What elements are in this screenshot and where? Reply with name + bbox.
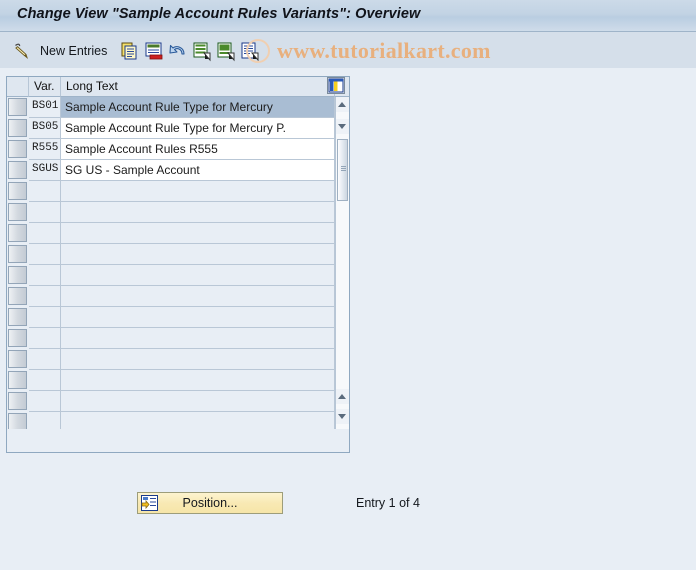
cell-var[interactable]: R555 [29,139,61,160]
cell-long-text[interactable]: Sample Account Rule Type for Mercury [61,97,335,118]
column-header-long-text[interactable]: Long Text [61,77,335,97]
undo-icon[interactable] [167,40,189,62]
table-row[interactable] [7,286,349,307]
row-selector-button[interactable] [8,350,27,368]
row-selector-button[interactable] [8,413,27,429]
table-row[interactable] [7,391,349,412]
row-selector-button[interactable] [8,308,27,326]
table-row[interactable] [7,349,349,370]
window-title-bar: Change View "Sample Account Rules Varian… [0,0,696,32]
table-header-corner[interactable] [7,77,29,97]
table-row[interactable]: SGUS SG US - Sample Account [7,160,349,181]
cell-long-text[interactable] [61,328,335,349]
table-row[interactable]: BS01 Sample Account Rule Type for Mercury [7,97,349,118]
row-selector-button[interactable] [8,182,27,200]
cell-var[interactable] [29,202,61,223]
cell-long-text[interactable] [61,349,335,370]
watermark-text: www.tutorialkart.com [277,38,491,63]
row-selector-button[interactable] [8,287,27,305]
row-selector-button[interactable] [8,245,27,263]
scroll-page-up-icon[interactable] [336,389,349,404]
cell-long-text[interactable] [61,370,335,391]
entry-status: Entry 1 of 4 [356,496,420,510]
table-header-row: Var. Long Text [7,77,349,97]
cell-var[interactable]: BS05 [29,118,61,139]
row-selector-button[interactable] [8,98,27,116]
position-button-label: Position... [182,496,238,510]
cell-long-text[interactable] [61,202,335,223]
table-row[interactable]: R555 Sample Account Rules R555 [7,139,349,160]
watermark-circle [246,39,270,63]
table-settings-icon[interactable] [327,77,345,94]
cell-var[interactable] [29,370,61,391]
table-row[interactable] [7,202,349,223]
cell-var[interactable] [29,328,61,349]
row-selector-button[interactable] [8,224,27,242]
scroll-thumb[interactable] [337,139,348,201]
column-header-var[interactable]: Var. [29,77,61,97]
table-row[interactable] [7,328,349,349]
row-selector-button[interactable] [8,203,27,221]
cell-long-text[interactable] [61,223,335,244]
table-row[interactable]: BS05 Sample Account Rule Type for Mercury… [7,118,349,139]
row-selector-button[interactable] [8,371,27,389]
cell-long-text[interactable] [61,286,335,307]
deselect-all-icon[interactable] [215,40,237,62]
table-row[interactable] [7,265,349,286]
table-grid: Var. Long Text BS01 Sample Account Rule T… [7,77,349,429]
scroll-up-icon[interactable] [336,97,349,112]
scroll-thumb-grip-icon [341,166,346,173]
row-selector-button[interactable] [8,161,27,179]
table-row[interactable] [7,370,349,391]
row-selector-button[interactable] [8,392,27,410]
cell-long-text[interactable]: Sample Account Rules R555 [61,139,335,160]
row-selector-button[interactable] [8,140,27,158]
table-row[interactable] [7,223,349,244]
cell-var[interactable] [29,391,61,412]
position-button[interactable]: Position... [137,492,283,514]
cell-var[interactable] [29,181,61,202]
row-selector-button[interactable] [8,119,27,137]
cell-long-text[interactable] [61,412,335,429]
cell-var[interactable] [29,349,61,370]
new-entries-button[interactable]: New Entries [40,44,107,58]
select-all-icon[interactable] [191,40,213,62]
vertical-scrollbar[interactable] [335,97,349,429]
cell-long-text[interactable] [61,244,335,265]
cell-var[interactable]: SGUS [29,160,61,181]
scroll-down-icon[interactable] [336,119,349,134]
cell-var[interactable] [29,412,61,429]
cell-long-text[interactable] [61,265,335,286]
cell-var[interactable] [29,307,61,328]
cell-long-text[interactable]: SG US - Sample Account [61,160,335,181]
pencil-icon[interactable] [11,40,33,62]
cell-var[interactable] [29,223,61,244]
table-row[interactable] [7,244,349,265]
cell-var[interactable] [29,286,61,307]
cell-long-text[interactable] [61,307,335,328]
table-row[interactable] [7,181,349,202]
cell-var[interactable] [29,244,61,265]
copy-icon[interactable] [119,40,141,62]
page-title: Change View "Sample Account Rules Varian… [17,6,421,22]
cell-long-text[interactable] [61,391,335,412]
scroll-page-down-icon[interactable] [336,409,349,424]
row-selector-button[interactable] [8,329,27,347]
cell-var[interactable] [29,265,61,286]
table-panel: Var. Long Text BS01 Sample Account Rule T… [6,76,350,453]
delete-icon[interactable] [143,40,165,62]
table-row[interactable] [7,412,349,429]
cell-long-text[interactable] [61,181,335,202]
cell-var[interactable]: BS01 [29,97,61,118]
cell-long-text[interactable]: Sample Account Rule Type for Mercury P. [61,118,335,139]
row-selector-button[interactable] [8,266,27,284]
table-row[interactable] [7,307,349,328]
